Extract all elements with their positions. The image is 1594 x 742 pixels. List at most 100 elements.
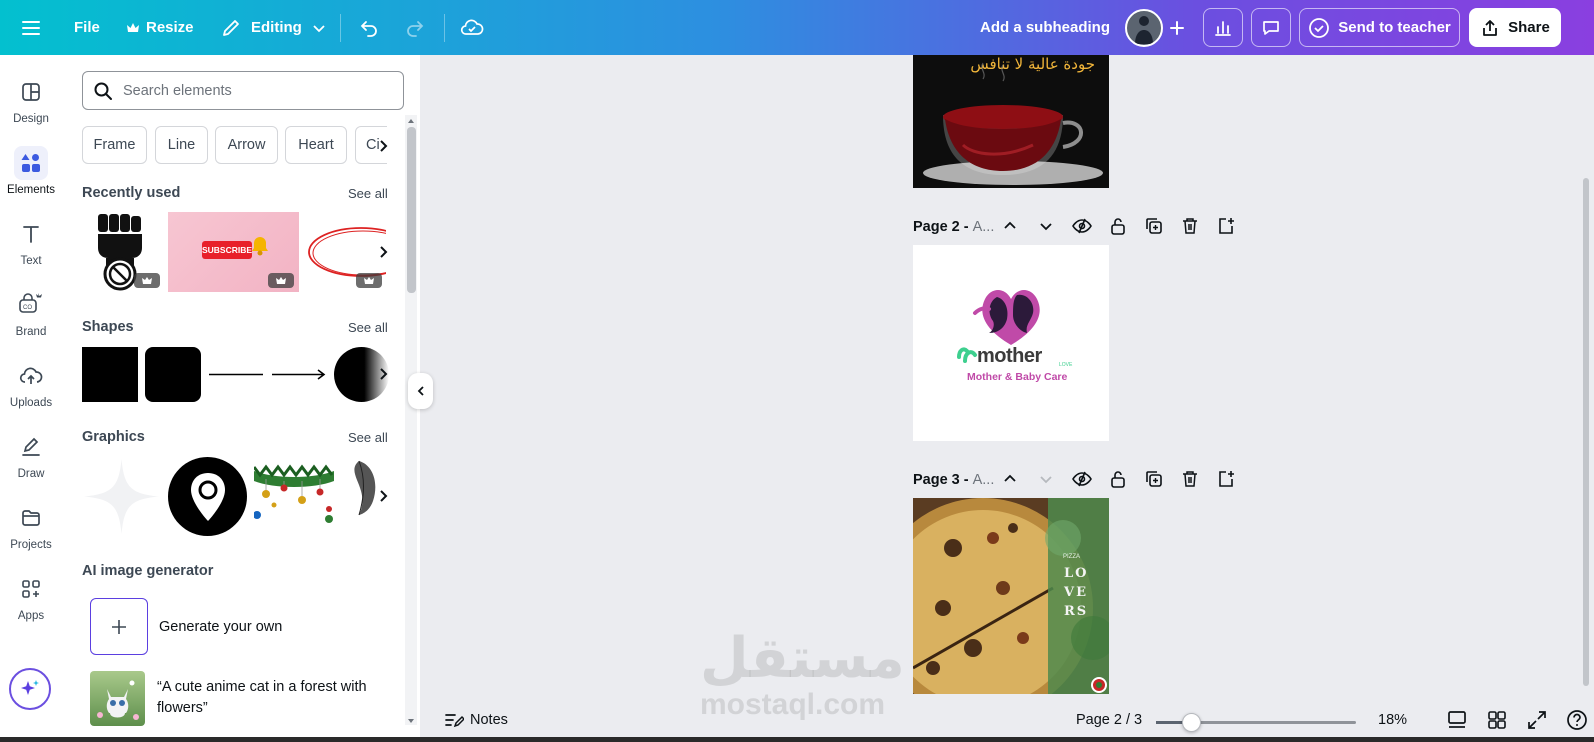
search-input[interactable] [123, 82, 383, 99]
send-to-teacher-button[interactable]: Send to teacher [1299, 8, 1460, 47]
shape-line[interactable] [208, 347, 264, 402]
recent-next-button[interactable] [372, 241, 394, 263]
graphic-sparkle[interactable] [82, 457, 161, 536]
zoom-slider-thumb[interactable] [1182, 713, 1201, 732]
page-2-lock-button[interactable] [1106, 214, 1130, 238]
magic-button[interactable] [9, 668, 51, 710]
add-collaborator-button[interactable] [1168, 0, 1186, 55]
page-2-move-up-button[interactable] [998, 214, 1022, 238]
chevron-right-icon [380, 368, 388, 380]
page-3-move-up-button[interactable] [998, 467, 1022, 491]
page-3-thumbnail[interactable]: PIZZA LO VE RS [913, 498, 1109, 694]
rail-item-design[interactable]: Design [0, 75, 62, 141]
elements-icon [14, 146, 48, 180]
insights-button[interactable] [1203, 8, 1243, 47]
page-2-delete-button[interactable] [1178, 214, 1202, 238]
shapes-next-button[interactable] [372, 363, 394, 385]
panel-scroll-thumb[interactable] [407, 127, 416, 293]
file-menu[interactable]: File [74, 0, 100, 55]
chips-next-button[interactable] [372, 135, 394, 157]
notes-button[interactable]: Notes [444, 711, 508, 729]
share-button[interactable]: Share [1469, 8, 1561, 47]
rail-item-apps[interactable]: Apps [0, 572, 62, 638]
premium-badge [134, 273, 160, 288]
zoom-slider[interactable] [1156, 713, 1356, 732]
zoom-level[interactable]: 18% [1378, 712, 1407, 728]
design-title[interactable]: Add a subheading [980, 0, 1110, 55]
crown-icon [276, 276, 286, 284]
chip-arrow[interactable]: Arrow [215, 126, 278, 164]
page-3-hide-button[interactable] [1070, 467, 1094, 491]
resize-button[interactable]: Resize [126, 0, 194, 55]
chip-heart[interactable]: Heart [285, 126, 347, 164]
shape-arrow[interactable] [271, 347, 327, 402]
graphics-see-all[interactable]: See all [348, 430, 388, 445]
page-3-delete-button[interactable] [1178, 467, 1202, 491]
undo-icon [360, 20, 377, 37]
page-indicator[interactable]: Page 2 / 3 [1076, 712, 1142, 728]
tea-cup-icon [923, 62, 1103, 185]
rail-item-brand[interactable]: CO Brand [0, 288, 62, 354]
recent-fist-graphic[interactable] [82, 212, 160, 292]
ai-sample-thumbnail[interactable] [90, 671, 145, 726]
generate-own-label[interactable]: Generate your own [159, 619, 282, 635]
page-view-button[interactable] [1446, 709, 1468, 731]
page-2-add-page-button[interactable] [1214, 214, 1238, 238]
check-circle-icon [1309, 17, 1330, 38]
chevron-right-icon [380, 246, 388, 258]
chip-frame[interactable]: Frame [82, 126, 147, 164]
page-3-name[interactable]: A... [973, 472, 995, 488]
page-2-hide-button[interactable] [1070, 214, 1094, 238]
chip-line[interactable]: Line [155, 126, 208, 164]
rail-item-elements[interactable]: Elements [0, 146, 62, 212]
canvas-scroll-thumb[interactable] [1583, 178, 1589, 686]
page-2-thumbnail[interactable]: mother LOVE Mother & Baby Care [913, 245, 1109, 441]
plus-icon [1170, 20, 1184, 35]
shapes-see-all[interactable]: See all [348, 320, 388, 335]
rail-item-uploads[interactable]: Uploads [0, 359, 62, 425]
page-1-thumbnail[interactable]: جودة عالية لا تنافس [913, 55, 1109, 188]
comments-button[interactable] [1251, 8, 1291, 47]
chevron-down-icon [1040, 476, 1052, 484]
editing-dropdown[interactable]: Editing [221, 0, 326, 55]
graphic-christmas-garland[interactable] [254, 457, 334, 536]
help-button[interactable] [1566, 709, 1588, 731]
collapse-panel-button[interactable] [408, 373, 433, 409]
grid-view-button[interactable] [1486, 709, 1508, 731]
user-avatar[interactable] [1125, 0, 1163, 55]
cloud-upload-icon [14, 359, 48, 393]
comment-icon [1263, 20, 1279, 35]
page-2-name[interactable]: A... [973, 219, 995, 235]
generate-own-button[interactable] [90, 598, 148, 655]
subscribe-label: SUBSCRIBE [202, 241, 252, 259]
menu-button[interactable] [20, 0, 42, 55]
ai-sample-prompt[interactable]: “A cute anime cat in a forest with flowe… [157, 677, 397, 719]
mother-baby-logo-icon [957, 290, 1040, 363]
rail-item-projects[interactable]: Projects [0, 501, 62, 567]
page-3-duplicate-button[interactable] [1142, 467, 1166, 491]
fullscreen-button[interactable] [1526, 709, 1548, 731]
undo-button[interactable] [358, 0, 380, 55]
page-3-lock-button[interactable] [1106, 467, 1130, 491]
rail-item-draw[interactable]: Draw [0, 430, 62, 496]
pizza-text-line-2: VE [1064, 585, 1088, 600]
page-3-title[interactable]: Page 3 - [913, 472, 969, 488]
page-3-add-page-button[interactable] [1214, 467, 1238, 491]
scroll-up-icon [408, 119, 414, 123]
shape-rounded-square[interactable] [145, 347, 201, 402]
unlock-icon [1111, 218, 1125, 235]
graphics-next-button[interactable] [372, 485, 394, 507]
recently-used-see-all[interactable]: See all [348, 186, 388, 201]
save-status-button[interactable] [460, 0, 484, 55]
page-2-move-down-button[interactable] [1034, 214, 1058, 238]
page-3-move-down-button[interactable] [1034, 467, 1058, 491]
graphic-location-pin[interactable] [168, 457, 247, 536]
redo-button[interactable] [404, 0, 426, 55]
person-icon [1135, 15, 1153, 44]
page-2-title[interactable]: Page 2 - [913, 219, 969, 235]
page-2-duplicate-button[interactable] [1142, 214, 1166, 238]
rail-item-text[interactable]: Text [0, 217, 62, 283]
search-box[interactable] [82, 71, 404, 110]
shape-square[interactable] [82, 347, 138, 402]
recent-subscribe-graphic[interactable]: SUBSCRIBE [168, 212, 299, 292]
